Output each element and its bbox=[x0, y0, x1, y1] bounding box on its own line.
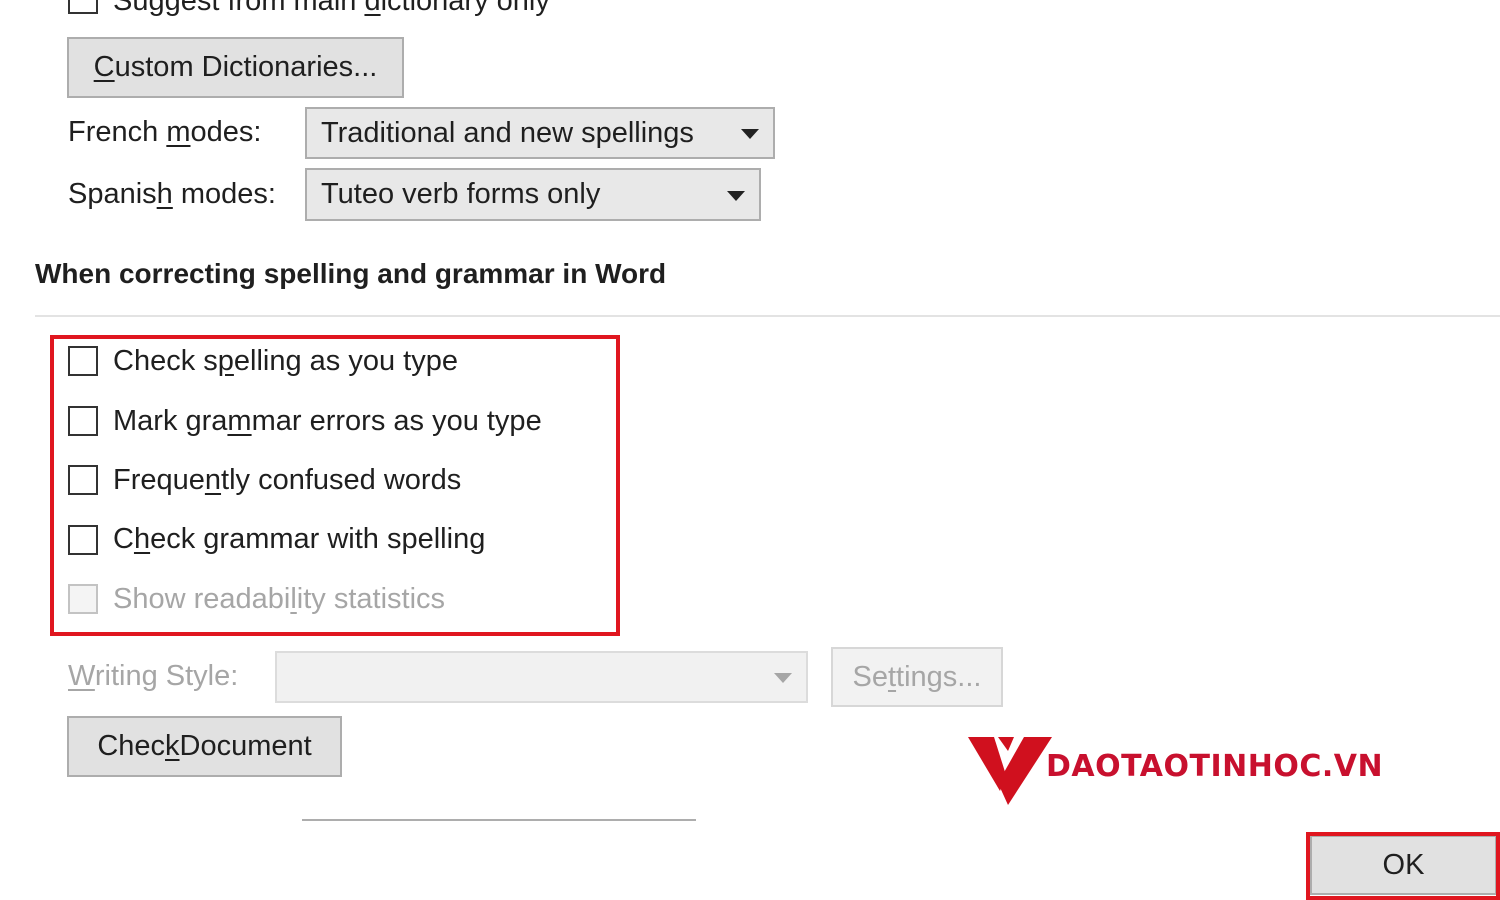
settings-button[interactable]: Se t tings... bbox=[831, 647, 1003, 707]
ok-highlight-box bbox=[1306, 832, 1500, 900]
chevron-down-icon bbox=[741, 129, 759, 139]
section-divider bbox=[35, 315, 1500, 317]
watermark-logo: DAOTAOTINHOC.VN bbox=[968, 733, 1428, 808]
section-heading: When correcting spelling and grammar in … bbox=[35, 258, 667, 289]
writing-style-label: Writing Style: bbox=[68, 660, 239, 692]
suggest-main-dictionary-label: Suggest from main dictionary only bbox=[113, 0, 550, 17]
spanish-modes-dropdown[interactable]: Tuteo verb forms only bbox=[305, 168, 761, 221]
logo-mark-icon bbox=[968, 737, 1052, 805]
watermark-text: DAOTAOTINHOC.VN bbox=[1046, 749, 1384, 784]
chevron-down-icon bbox=[727, 190, 745, 201]
options-highlight-box bbox=[50, 335, 620, 636]
custom-dictionaries-button[interactable]: Custom Dictionaries... bbox=[67, 37, 404, 98]
french-modes-value: Traditional and new spellings bbox=[321, 116, 694, 149]
partial-field-edge bbox=[302, 819, 696, 821]
suggest-main-dictionary-checkbox[interactable] bbox=[68, 0, 98, 14]
check-document-button[interactable]: Chec k Document bbox=[67, 716, 342, 777]
french-modes-dropdown[interactable]: Traditional and new spellings bbox=[305, 107, 775, 159]
chevron-down-icon bbox=[774, 673, 792, 683]
writing-style-dropdown[interactable] bbox=[275, 651, 808, 703]
french-modes-label: French modes: bbox=[68, 116, 262, 148]
spanish-modes-label: Spanish modes: bbox=[68, 178, 276, 210]
spanish-modes-value: Tuteo verb forms only bbox=[321, 178, 601, 210]
